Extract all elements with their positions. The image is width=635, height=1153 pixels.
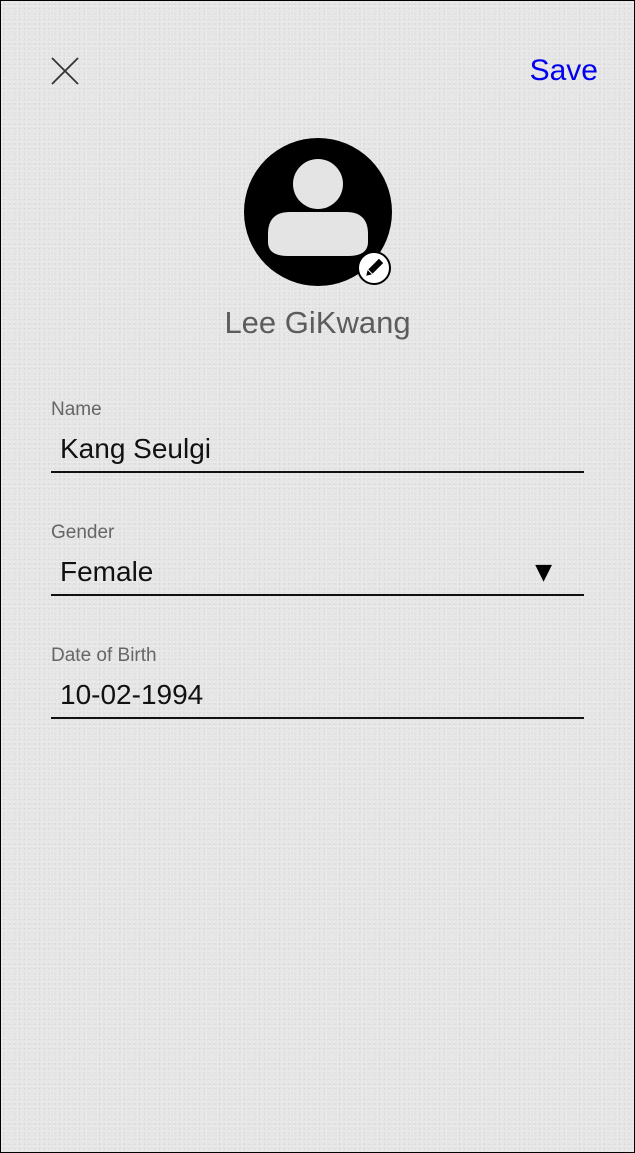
dob-input[interactable]: 10-02-1994 <box>51 673 584 719</box>
close-button[interactable] <box>45 51 85 91</box>
gender-select[interactable]: Female ▼ <box>51 550 584 596</box>
name-value: Kang Seulgi <box>60 433 212 464</box>
close-icon <box>51 57 79 85</box>
edit-profile-screen: Save Lee GiKwang Name Kang Seulgi Gender… <box>0 0 635 1153</box>
gender-label: Gender <box>51 522 115 543</box>
name-field-group: Name Kang Seulgi <box>50 399 584 475</box>
save-button[interactable]: Save <box>530 51 598 91</box>
gender-field-group: Gender Female ▼ <box>50 522 584 598</box>
edit-avatar-button[interactable] <box>356 250 392 286</box>
dob-value: 10-02-1994 <box>60 679 204 710</box>
dropdown-arrow-icon: ▼ <box>535 560 552 585</box>
gender-value: Female <box>60 556 154 587</box>
dob-label: Date of Birth <box>51 645 157 666</box>
profile-display-name: Lee GiKwang <box>224 305 411 340</box>
pencil-icon <box>357 251 391 285</box>
name-label: Name <box>51 399 102 420</box>
name-input[interactable]: Kang Seulgi <box>51 427 584 473</box>
dob-field-group: Date of Birth 10-02-1994 <box>50 645 584 721</box>
